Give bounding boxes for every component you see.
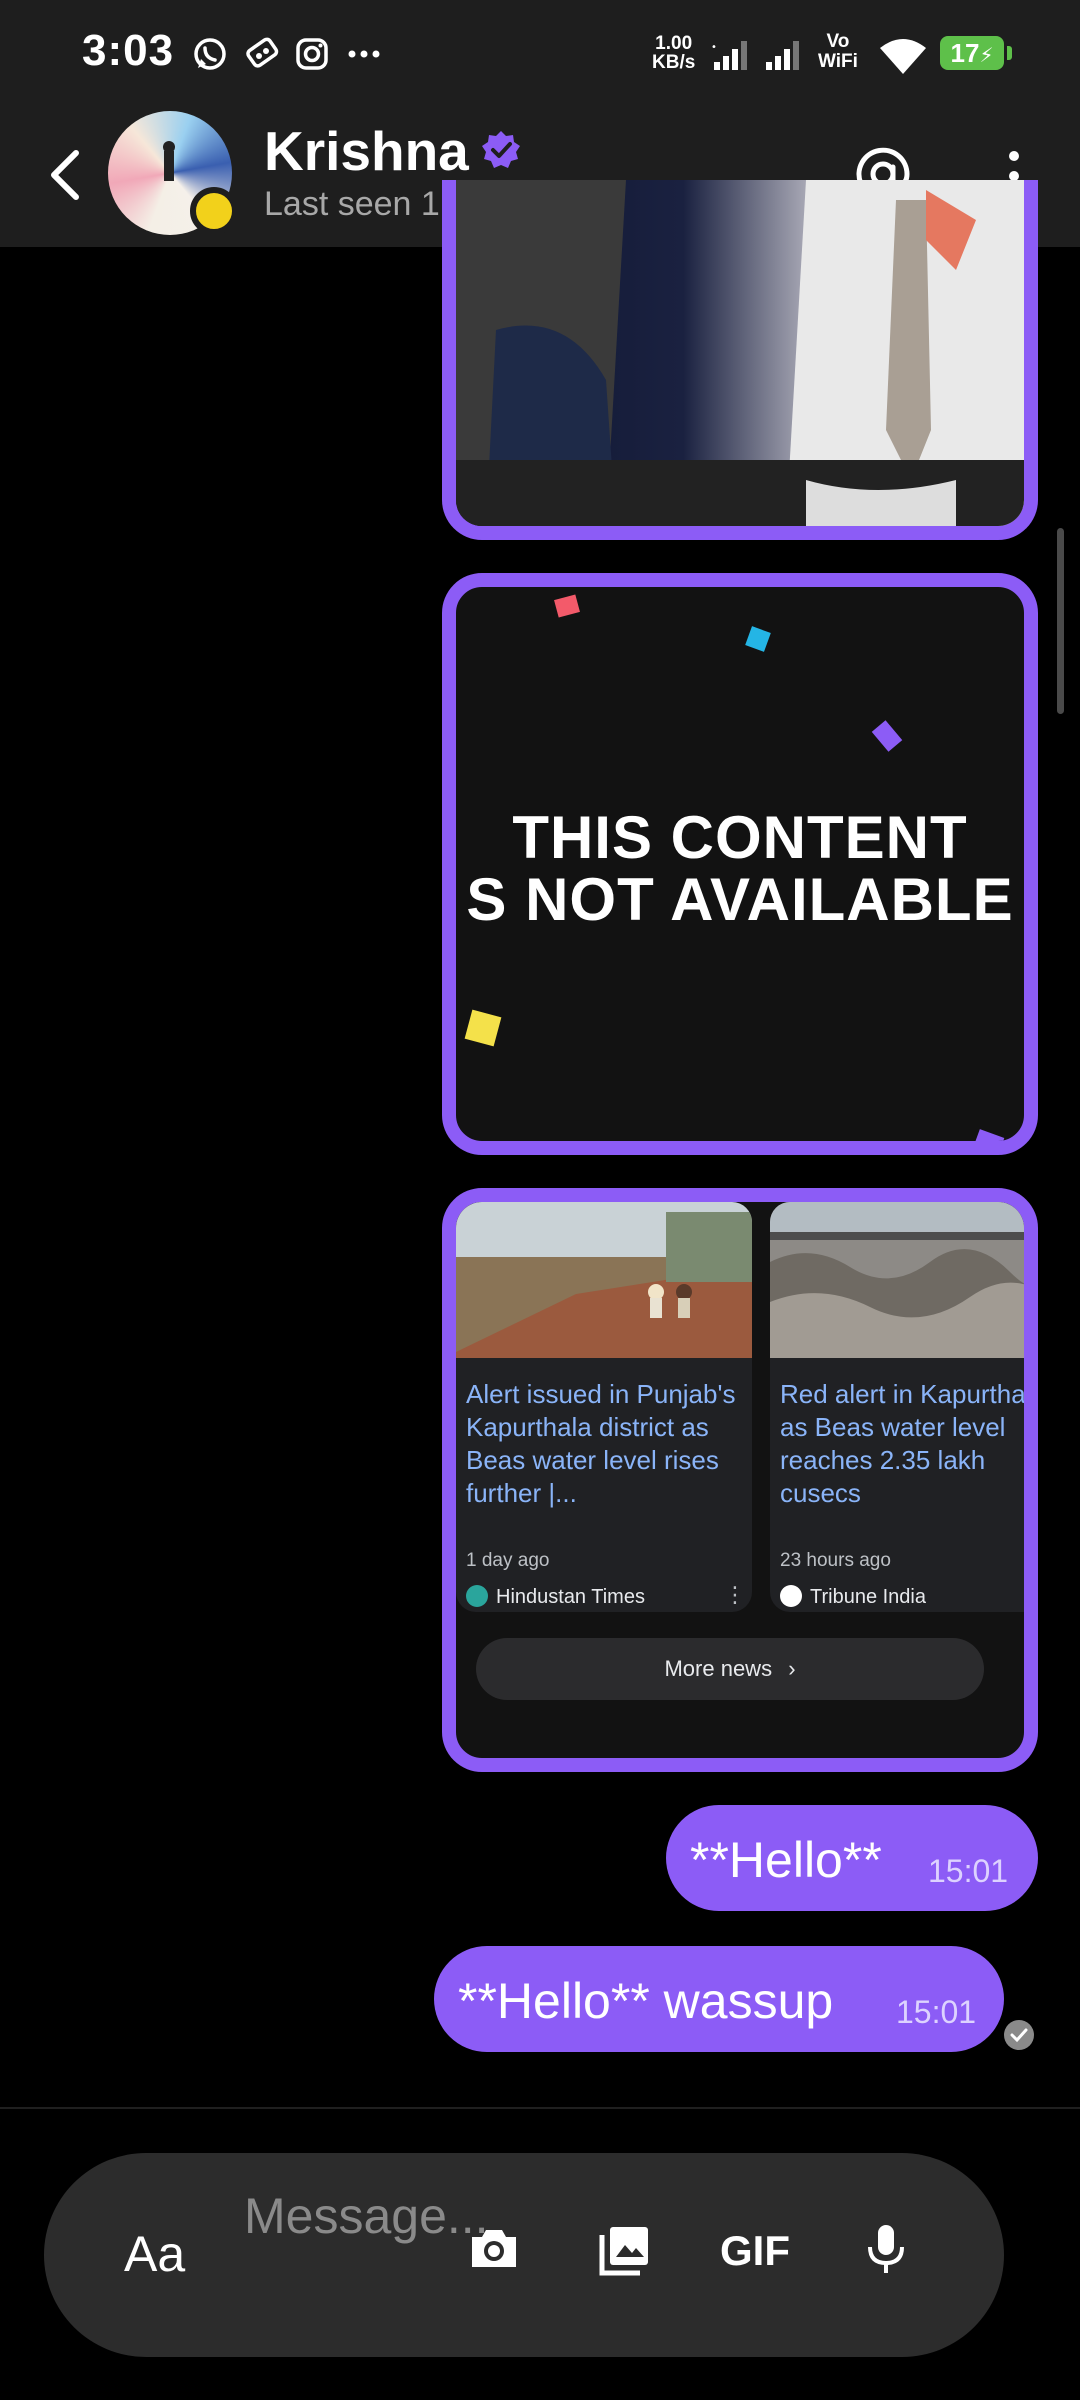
battery-indicator: 17⚡: [940, 36, 1012, 70]
more-news-label: More news: [664, 1656, 773, 1681]
bluetooth-icon: [246, 37, 279, 68]
news-time: 23 hours ago: [780, 1550, 891, 1571]
more-news-button[interactable]: More news ›: [476, 1638, 984, 1700]
composer-divider: [0, 2107, 1080, 2109]
more-dots-icon: [348, 50, 380, 58]
message-time: 15:01: [928, 1853, 1009, 1889]
news-image: [456, 1202, 752, 1358]
gallery-icon[interactable]: [594, 2219, 654, 2279]
vowifi-indicator: Vo WiFi: [818, 32, 858, 72]
news-image: [770, 1202, 1024, 1358]
gif-preview: [456, 180, 1024, 526]
confetti-piece: [745, 626, 771, 652]
network-speed: 1.00 KB/s: [652, 34, 695, 72]
status-time: 3:03: [82, 26, 175, 75]
message-input[interactable]: Message...: [244, 2181, 489, 2251]
svg-text:•: •: [712, 42, 717, 53]
confetti-piece: [464, 1009, 502, 1047]
contact-name[interactable]: Krishna: [264, 119, 469, 183]
vowifi-bottom: WiFi: [818, 51, 858, 72]
unavailable-media-message[interactable]: THIS CONTENT S NOT AVAILABLE: [442, 573, 1038, 1155]
message-composer: Aa Message... GIF: [44, 2153, 1004, 2357]
back-arrow-icon[interactable]: [40, 145, 96, 205]
delivered-check-icon: [1004, 2020, 1034, 2050]
news-source: Tribune India: [810, 1586, 926, 1608]
hindustan-times-logo-icon: [466, 1585, 488, 1607]
image-message[interactable]: [442, 180, 1038, 540]
news-card[interactable]: Red alert in Kapurthala as Beas water le…: [770, 1202, 1024, 1612]
news-card[interactable]: Alert issued in Punjab's Kapurthala dist…: [456, 1202, 752, 1612]
news-title[interactable]: Alert issued in Punjab's Kapurthala dist…: [466, 1378, 746, 1510]
text-message[interactable]: **Hello** 15:01: [666, 1805, 1038, 1911]
microphone-icon[interactable]: [856, 2219, 916, 2279]
confetti-piece: [973, 1129, 1005, 1141]
status-bar: 3:03 1.00 KB/s • Vo WiFi 17⚡: [0, 0, 1080, 105]
signal-icon-sim1: •: [712, 41, 747, 70]
gif-button[interactable]: GIF: [720, 2227, 790, 2275]
verified-badge-icon: [482, 131, 520, 168]
news-message[interactable]: Alert issued in Punjab's Kapurthala dist…: [442, 1188, 1038, 1772]
news-title[interactable]: Red alert in Kapurthala as Beas water le…: [780, 1378, 1024, 1510]
card-menu-icon[interactable]: ⋮: [724, 1584, 746, 1606]
vowifi-top: Vo: [826, 31, 850, 52]
net-speed-value: 1.00: [655, 33, 693, 54]
scrollbar[interactable]: [1057, 528, 1064, 714]
message-text: **Hello** wassup: [458, 1973, 834, 2029]
tribune-logo-icon: [780, 1585, 802, 1607]
gif-scene: [456, 180, 1024, 526]
confetti-piece: [871, 720, 903, 752]
whatsapp-icon: [194, 38, 226, 70]
instagram-icon: [296, 38, 328, 70]
news-time: 1 day ago: [466, 1550, 550, 1571]
wifi-icon: [880, 39, 926, 74]
unavailable-text: THIS CONTENT S NOT AVAILABLE: [466, 804, 1014, 933]
message-text: **Hello**: [690, 1832, 882, 1888]
battery-level: 17: [950, 38, 980, 68]
signal-icon-sim2: [766, 41, 799, 70]
net-speed-unit: KB/s: [652, 52, 696, 73]
text-message[interactable]: **Hello** wassup 15:01: [434, 1946, 1004, 2052]
text-style-button[interactable]: Aa: [124, 2225, 185, 2283]
camera-icon[interactable]: [464, 2219, 524, 2279]
chevron-right-icon: ›: [788, 1656, 796, 1681]
confetti-piece: [554, 594, 580, 618]
news-source: Hindustan Times: [496, 1586, 645, 1608]
status-dot: [190, 187, 238, 235]
message-time: 15:01: [896, 1994, 977, 2030]
